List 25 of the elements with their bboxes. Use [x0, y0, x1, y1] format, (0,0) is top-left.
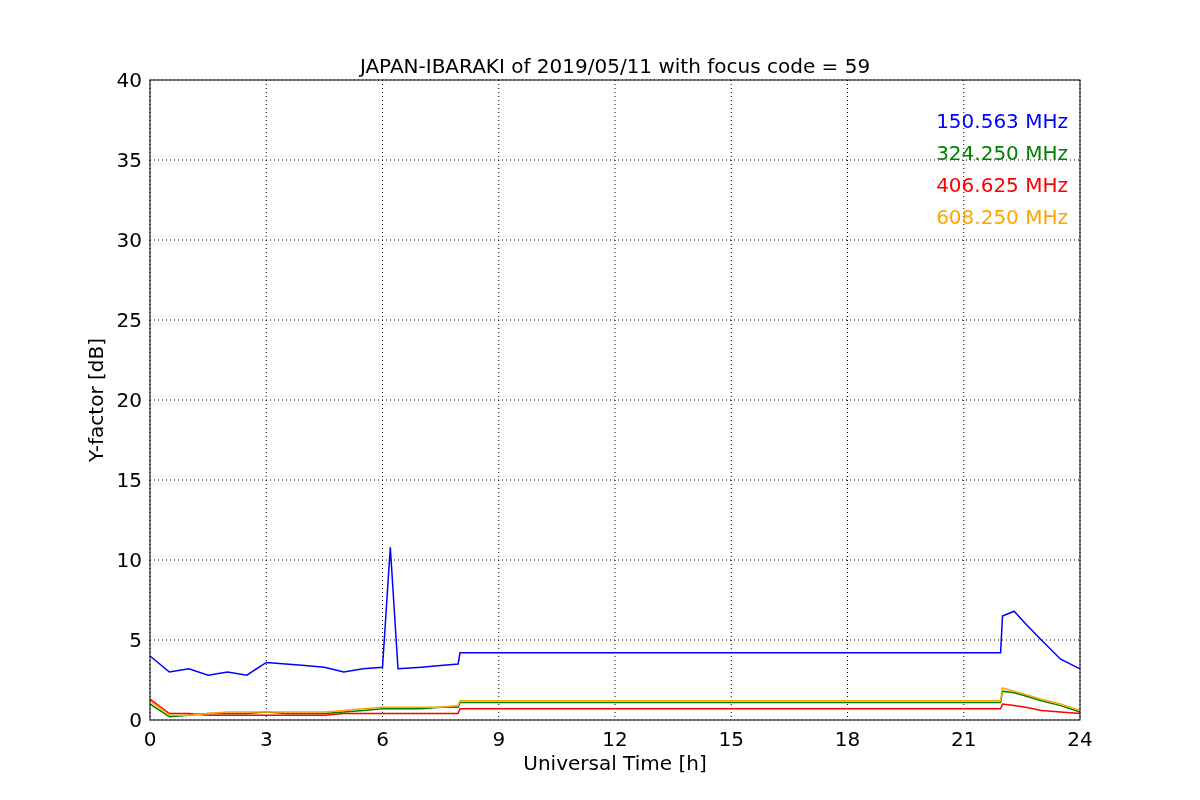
- x-tick-label: 12: [602, 727, 628, 751]
- x-tick-label: 6: [376, 727, 389, 751]
- y-tick-label: 5: [129, 628, 142, 652]
- y-tick-label: 35: [116, 148, 142, 172]
- y-tick-label: 25: [116, 308, 142, 332]
- x-tick-label: 0: [143, 727, 157, 751]
- y-tick-label: 40: [116, 68, 142, 92]
- y-tick-label: 0: [129, 708, 142, 732]
- legend-entry: 150.563 MHz: [936, 109, 1068, 133]
- x-axis-label: Universal Time [h]: [523, 751, 707, 775]
- x-tick-label: 9: [492, 727, 506, 751]
- y-tick-label: 15: [116, 468, 142, 492]
- legend-entry: 324.250 MHz: [936, 141, 1068, 165]
- legend-entry: 608.250 MHz: [936, 205, 1068, 229]
- y-axis-label: Y-factor [dB]: [84, 338, 108, 462]
- y-tick-label: 30: [116, 228, 142, 252]
- chart-title: JAPAN-IBARAKI of 2019/05/11 with focus code = 59: [359, 54, 871, 78]
- y-tick-label: 20: [116, 388, 142, 412]
- x-tick-label: 21: [951, 727, 977, 751]
- x-tick-label: 24: [1067, 727, 1093, 751]
- legend-entry: 406.625 MHz: [936, 173, 1068, 197]
- y-tick-label: 10: [116, 548, 142, 572]
- x-tick-label: 15: [718, 727, 744, 751]
- x-tick-label: 3: [259, 727, 273, 751]
- x-tick-label: 18: [834, 727, 861, 751]
